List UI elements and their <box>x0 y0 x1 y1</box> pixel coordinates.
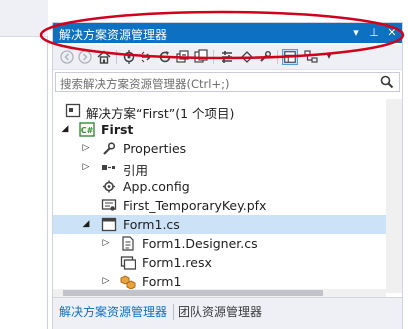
app-config-label: App.config <box>123 179 190 194</box>
wrench-icon <box>101 141 117 156</box>
editor-border <box>47 36 48 329</box>
horizontal-scrollbar-thumb[interactable] <box>63 290 323 296</box>
tree-item-form1-designer[interactable]: ▷ Form1.Designer.cs <box>53 234 402 253</box>
tree-item-properties[interactable]: ▷ Properties <box>53 139 402 158</box>
form1-class-label: Form1 <box>142 274 182 289</box>
refresh-icon[interactable] <box>157 49 173 65</box>
form1-designer-label: Form1.Designer.cs <box>142 236 258 251</box>
panel-toolbar: ▾ <box>53 45 402 70</box>
collapse-arrow-icon[interactable]: ◢ <box>60 123 70 135</box>
expand-arrow-icon[interactable]: ▷ <box>101 237 111 249</box>
project-label: First <box>101 122 134 137</box>
tab-divider <box>173 304 174 320</box>
csharp-file-icon <box>120 236 136 251</box>
properties-icon[interactable] <box>219 49 235 65</box>
key-file-label: First_TemporaryKey.pfx <box>123 198 267 213</box>
panel-tab-strip: 解决方案资源管理器 团队资源管理器 <box>53 297 402 329</box>
form1-label: Form1.cs <box>123 217 180 232</box>
auto-hide-pin-icon[interactable]: ⊥ <box>367 25 381 41</box>
expand-arrow-icon[interactable]: ▷ <box>81 161 91 173</box>
config-file-icon <box>101 179 117 194</box>
forward-icon[interactable] <box>77 49 93 65</box>
svg-text:C#: C# <box>81 126 94 135</box>
csharp-project-icon: C# <box>79 122 95 137</box>
wrench-icon[interactable] <box>257 49 273 65</box>
solution-icon <box>65 103 81 118</box>
sync-icon[interactable] <box>121 49 137 65</box>
tab-solution-explorer[interactable]: 解决方案资源管理器 <box>59 303 167 320</box>
class-icon <box>120 274 136 290</box>
certificate-icon <box>101 198 117 213</box>
toolbar-separator <box>116 50 117 64</box>
tree-item-project[interactable]: ◢ C# First <box>53 120 402 139</box>
toolbar-separator <box>213 50 214 64</box>
tree-item-app-config[interactable]: App.config <box>53 177 402 196</box>
properties-label: Properties <box>123 141 187 156</box>
collapse-all-icon[interactable] <box>175 49 191 65</box>
tree-item-form1-resx[interactable]: Form1.resx <box>53 253 402 272</box>
window-position-dropdown-icon[interactable]: ▾ <box>349 25 363 41</box>
tab-team-explorer[interactable]: 团队资源管理器 <box>178 303 262 320</box>
close-icon[interactable]: ✕ <box>385 25 399 41</box>
home-icon[interactable] <box>96 49 112 65</box>
references-icon <box>101 160 117 175</box>
pending-changes-icon[interactable] <box>139 49 155 65</box>
search-icon[interactable] <box>379 74 395 90</box>
class-view-icon[interactable] <box>303 49 319 65</box>
horizontal-scrollbar[interactable] <box>53 289 386 297</box>
collapse-arrow-icon[interactable]: ◢ <box>81 218 91 230</box>
dropdown-icon[interactable]: ▾ <box>321 49 337 65</box>
active-view-icon[interactable] <box>282 49 298 65</box>
show-all-files-icon[interactable] <box>193 49 209 65</box>
tree-item-key-file[interactable]: First_TemporaryKey.pfx <box>53 196 402 215</box>
resource-file-icon <box>120 255 137 270</box>
tree-item-form1[interactable]: ◢ Form1.cs <box>53 215 402 234</box>
form-icon <box>101 217 117 232</box>
back-icon[interactable] <box>59 49 75 65</box>
panel-title: 解决方案资源管理器 <box>59 28 168 42</box>
editor-area-strip <box>0 0 48 329</box>
editor-tab-strip <box>0 0 48 37</box>
vertical-scrollbar[interactable] <box>386 99 402 293</box>
tree-item-solution[interactable]: 解决方案“First”(1 个项目) <box>53 101 402 121</box>
form1-resx-label: Form1.resx <box>142 255 212 270</box>
tree-item-references[interactable]: ▷ 引用 <box>53 158 402 178</box>
search-box[interactable]: 搜索解决方案资源管理器(Ctrl+;) <box>55 72 400 92</box>
toolbar-separator <box>277 50 278 64</box>
solution-tree: 解决方案“First”(1 个项目) ◢ C# First ▷ Properti… <box>53 99 402 293</box>
panel-title-bar[interactable]: 解决方案资源管理器 ▾ ⊥ ✕ <box>53 23 402 43</box>
expand-arrow-icon[interactable]: ▷ <box>81 142 91 154</box>
search-input[interactable]: 搜索解决方案资源管理器(Ctrl+;) <box>60 76 229 92</box>
expand-arrow-icon[interactable]: ▷ <box>101 275 111 287</box>
solution-explorer-panel: 解决方案资源管理器 ▾ ⊥ ✕ ▾ 搜索解决方案资源管理器(Ctrl+;) 解决… <box>52 22 403 329</box>
preview-icon[interactable] <box>239 49 255 65</box>
